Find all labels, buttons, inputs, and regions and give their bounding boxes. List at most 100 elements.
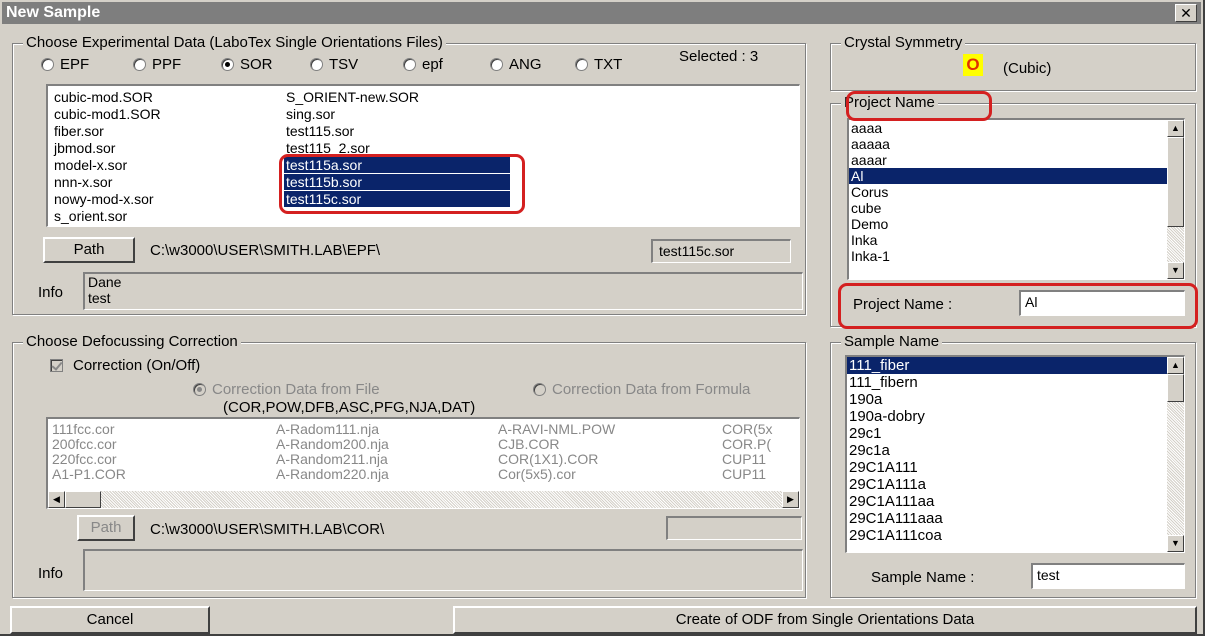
sample-list-item[interactable]: 29C1A111a (847, 476, 1167, 493)
title-bar: New Sample ✕ (2, 2, 1201, 24)
correction-file-list[interactable]: 111fcc.cor A-Radom111.nja A-RAVI-NML.POW CO… (46, 417, 800, 509)
correction-file-item[interactable]: 200fcc.cor (50, 436, 117, 452)
correction-file-item[interactable]: CUP11 (720, 451, 766, 467)
sample-name-group: Sample Name 111_fiber 111_fibern 190a 190a-… (830, 333, 1196, 598)
scroll-right-button[interactable]: ▶ (782, 491, 799, 508)
correction-file-item[interactable]: A-Radom111.nja (274, 421, 379, 437)
new-sample-dialog: New Sample ✕ Choose Experimental Data (L… (0, 0, 1205, 636)
sample-list-item[interactable]: 29C1A111aa (847, 493, 1167, 510)
file-list-item[interactable]: test115.sor (284, 123, 354, 139)
sample-list-item[interactable]: 111_fibern (847, 374, 1167, 391)
project-list-item[interactable]: aaaaa (849, 136, 1167, 152)
correction-file-item[interactable]: A-RAVI-NML.POW (496, 421, 615, 437)
file-list-item[interactable]: cubic-mod.SOR (52, 89, 153, 105)
file-list-item[interactable]: model-x.sor (52, 157, 127, 173)
project-list-item[interactable]: aaaa (849, 120, 1167, 136)
experimental-data-label: Choose Experimental Data (LaboTex Single… (23, 34, 446, 52)
format-radio-label: TSV (329, 56, 359, 73)
correction-file-item[interactable]: COR(5x (720, 421, 773, 437)
scroll-up-button[interactable]: ▲ (1167, 120, 1184, 137)
file-list-item[interactable]: sing.sor (284, 106, 335, 122)
sample-list-item[interactable]: 111_fiber (847, 357, 1167, 374)
project-list-scrollbar[interactable]: ▲ ▼ (1167, 120, 1184, 279)
sample-list-item[interactable]: 190a (847, 391, 1167, 408)
file-list-item[interactable]: fiber.sor (52, 123, 104, 139)
scroll-up-button[interactable]: ▲ (1167, 357, 1184, 374)
format-radio-tsv[interactable]: TSV (310, 56, 358, 74)
scroll-down-button[interactable]: ▼ (1167, 262, 1184, 279)
close-button[interactable]: ✕ (1175, 4, 1197, 22)
info-line-2: test (88, 290, 111, 306)
radio-formula-label: Correction Data from Formula (552, 381, 751, 398)
format-radio-ang[interactable]: ANG (490, 56, 542, 74)
sample-list-item[interactable]: 190a-dobry (847, 408, 1167, 425)
correction-file-item[interactable]: 111fcc.cor (50, 421, 115, 437)
sample-list-item[interactable]: 29C1A111aaa (847, 510, 1167, 527)
file-list-item[interactable]: s_orient.sor (52, 208, 127, 224)
arrow-up-icon: ▲ (1171, 360, 1180, 370)
sample-list-item[interactable]: 29C1A111coa (847, 527, 1167, 544)
file-list-item[interactable]: cubic-mod1.SOR (52, 106, 161, 122)
file-list-item[interactable]: nowy-mod-x.sor (52, 191, 154, 207)
horizontal-scroll-thumb[interactable] (65, 491, 101, 508)
correction-file-item[interactable]: A-Random200.nja (274, 436, 389, 452)
radio-correction-from-file[interactable]: Correction Data from File (193, 381, 380, 399)
correction-list-scrollbar[interactable]: ◀ ▶ (48, 491, 799, 508)
project-list-item[interactable]: Demo (849, 216, 1167, 232)
radio-correction-from-formula[interactable]: Correction Data from Formula (533, 381, 750, 399)
info-label: Info (38, 284, 64, 301)
correction-checkbox[interactable]: Correction (On/Off) (50, 357, 200, 374)
project-list-item[interactable]: cube (849, 200, 1167, 216)
scroll-thumb[interactable] (1167, 137, 1184, 227)
sample-name-input[interactable]: test (1031, 563, 1185, 589)
sample-list-item[interactable]: 29c1 (847, 425, 1167, 442)
sample-list-scrollbar[interactable]: ▲ ▼ (1167, 357, 1184, 552)
project-list[interactable]: aaaa aaaaa aaaar Al Corus cube Demo Inka Inka-1 … (847, 118, 1185, 280)
project-list-item[interactable]: Inka-1 (849, 248, 1167, 264)
window-title: New Sample (6, 4, 101, 21)
scroll-left-button[interactable]: ◀ (48, 491, 65, 508)
correction-formats-note: (COR,POW,DFB,ASC,PFG,NJA,DAT) (223, 399, 476, 416)
sample-list-item[interactable]: 29c1a (847, 442, 1167, 459)
project-list-item[interactable]: Inka (849, 232, 1167, 248)
correction-path-button[interactable]: Path (77, 515, 135, 541)
project-list-item[interactable]: Corus (849, 184, 1167, 200)
format-radio-epf[interactable]: EPF (41, 56, 89, 74)
path-button[interactable]: Path (43, 237, 135, 263)
radio-icon (133, 58, 146, 71)
file-list-item[interactable]: nnn-x.sor (52, 174, 112, 190)
correction-file-item[interactable]: COR.P( (720, 436, 771, 452)
sample-list[interactable]: 111_fiber 111_fibern 190a 190a-dobry 29c1 29c… (845, 355, 1185, 553)
create-odf-button[interactable]: Create of ODF from Single Orientations D… (453, 606, 1197, 634)
correction-file-item[interactable]: Cor(5x5).cor (496, 466, 576, 482)
project-list-item[interactable]: aaaar (849, 152, 1167, 168)
correction-file-item[interactable]: COR(1X1).COR (496, 451, 598, 467)
format-radio-epf[interactable]: epf (403, 56, 443, 74)
correction-file-item[interactable]: 220fcc.cor (50, 451, 117, 467)
correction-file-item[interactable]: CUP11 (720, 466, 766, 482)
highlight-ring-project-field (838, 283, 1198, 329)
scroll-down-button[interactable]: ▼ (1167, 535, 1184, 552)
scroll-thumb[interactable] (1167, 374, 1184, 402)
arrow-left-icon: ◀ (53, 494, 60, 504)
selected-count: Selected : 3 (679, 48, 759, 65)
file-list-item[interactable]: jbmod.sor (52, 140, 115, 156)
file-list-item[interactable]: S_ORIENT-new.SOR (284, 89, 419, 105)
correction-file-item[interactable]: A-Random220.nja (274, 466, 389, 482)
project-list-item[interactable]: Al (849, 168, 1167, 184)
correction-file-item[interactable]: A-Random211.nja (274, 451, 388, 467)
correction-checkbox-label: Correction (On/Off) (73, 357, 201, 374)
defocussing-label: Choose Defocussing Correction (23, 333, 241, 351)
cancel-button[interactable]: Cancel (10, 606, 210, 634)
checkbox-icon (50, 359, 63, 372)
correction-file-item[interactable]: A1-P1.COR (50, 466, 126, 482)
arrow-down-icon: ▼ (1171, 265, 1180, 275)
format-radio-ppf[interactable]: PPF (133, 56, 181, 74)
sample-list-item[interactable]: 29C1A111 (847, 459, 1167, 476)
format-radio-txt[interactable]: TXT (575, 56, 622, 74)
radio-icon (403, 58, 416, 71)
format-radio-sor[interactable]: SOR (221, 56, 273, 74)
correction-file-item[interactable]: CJB.COR (496, 436, 559, 452)
radio-icon (490, 58, 503, 71)
radio-icon (310, 58, 323, 71)
